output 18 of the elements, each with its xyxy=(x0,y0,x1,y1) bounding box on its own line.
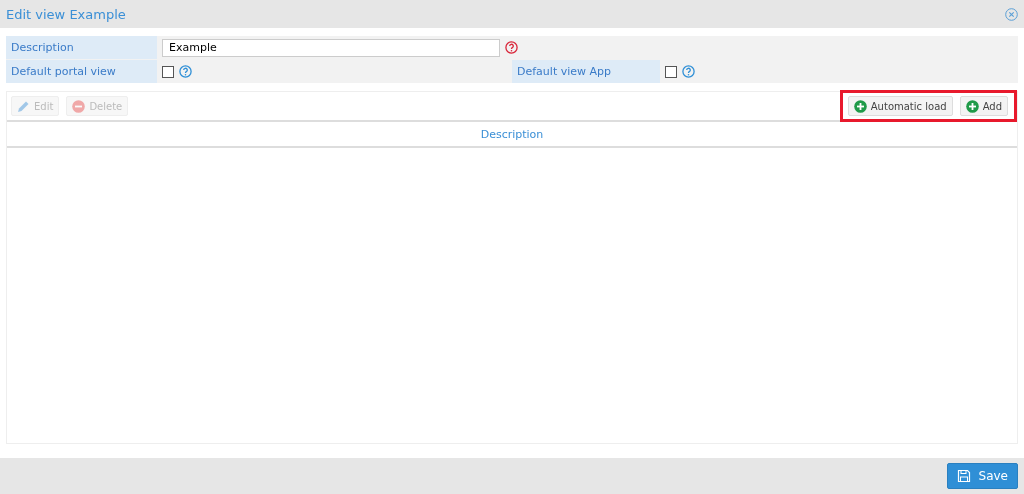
help-icon[interactable] xyxy=(505,41,518,54)
plus-circle-icon xyxy=(853,99,867,113)
help-icon[interactable] xyxy=(179,65,192,78)
minus-circle-icon xyxy=(72,99,86,113)
field-label: Default portal view xyxy=(6,60,157,83)
column-header[interactable]: Description xyxy=(480,127,544,141)
window-title: Edit view Example xyxy=(6,6,126,22)
help-icon[interactable] xyxy=(682,65,695,78)
pencil-icon xyxy=(17,99,30,113)
checkbox[interactable] xyxy=(665,65,677,78)
checkbox[interactable] xyxy=(162,65,174,78)
plus-circle-icon xyxy=(965,99,979,113)
description-field[interactable]: Example xyxy=(162,38,500,57)
field-label: Description xyxy=(6,36,157,59)
add-button[interactable]: Add xyxy=(959,96,1008,116)
add-button[interactable]: Automatic load xyxy=(847,96,953,116)
field-label: Default view App xyxy=(512,60,660,83)
save-button[interactable]: Save xyxy=(946,463,1018,489)
